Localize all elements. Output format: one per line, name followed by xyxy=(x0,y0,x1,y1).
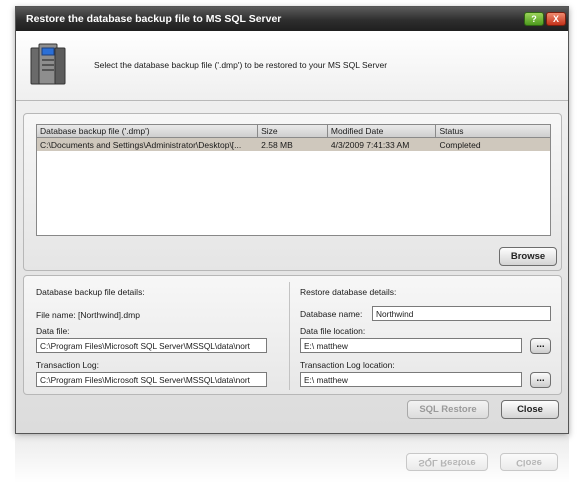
title-bar: Restore the database backup file to MS S… xyxy=(16,7,568,31)
restore-dialog: Restore the database backup file to MS S… xyxy=(15,6,569,434)
row-size: 2.58 MB xyxy=(261,140,293,150)
column-size[interactable]: Size xyxy=(258,125,328,137)
restore-details-heading: Restore database details: xyxy=(300,287,397,297)
window-title: Restore the database backup file to MS S… xyxy=(26,13,282,25)
column-file[interactable]: Database backup file ('.dmp') xyxy=(37,125,259,137)
window-reflection: SQL Restore Close xyxy=(15,436,569,483)
data-file-label: Data file: xyxy=(36,326,70,336)
help-button[interactable]: ? xyxy=(524,12,544,26)
list-header: Database backup file ('.dmp') Size Modif… xyxy=(37,125,550,138)
data-location-label: Data file location: xyxy=(300,326,366,336)
data-location-input[interactable]: E:\ matthew xyxy=(300,338,522,353)
log-location-browse-button[interactable]: ... xyxy=(530,372,551,388)
table-row[interactable]: C:\Documents and Settings\Administrator\… xyxy=(37,138,550,151)
backup-file-list[interactable]: Database backup file ('.dmp') Size Modif… xyxy=(36,124,551,236)
row-modified: 4/3/2009 7:41:33 AM xyxy=(330,140,410,150)
backup-file-panel: Database backup file ('.dmp') Size Modif… xyxy=(23,113,562,271)
database-name-label: Database name: xyxy=(300,309,363,319)
browse-button[interactable]: Browse xyxy=(499,247,557,266)
file-name-text: File name: [Northwind].dmp xyxy=(36,310,140,320)
backup-details-heading: Database backup file details: xyxy=(36,287,145,297)
restore-button-reflection: SQL Restore xyxy=(406,453,488,471)
close-window-button[interactable]: X xyxy=(546,12,566,26)
data-file-field[interactable]: C:\Program Files\Microsoft SQL Server\MS… xyxy=(36,338,267,353)
server-icon xyxy=(30,43,66,85)
instruction-text: Select the database backup file ('.dmp')… xyxy=(94,60,388,70)
column-modified[interactable]: Modified Date xyxy=(328,125,437,137)
row-status: Completed xyxy=(439,140,481,150)
close-button[interactable]: Close xyxy=(501,400,559,419)
log-location-label: Transaction Log location: xyxy=(300,360,395,370)
column-status[interactable]: Status xyxy=(436,125,550,137)
divider xyxy=(289,282,290,390)
log-location-input[interactable]: E:\ matthew xyxy=(300,372,522,387)
database-name-input[interactable]: Northwind xyxy=(372,306,551,321)
transaction-log-field[interactable]: C:\Program Files\Microsoft SQL Server\MS… xyxy=(36,372,267,387)
data-location-browse-button[interactable]: ... xyxy=(530,338,551,354)
details-panel: Database backup file details: File name:… xyxy=(23,275,562,395)
sql-restore-button[interactable]: SQL Restore xyxy=(407,400,489,419)
transaction-log-label: Transaction Log: xyxy=(36,360,99,370)
row-file: C:\Documents and Settings\Administrator\… xyxy=(40,140,242,150)
close-button-reflection: Close xyxy=(500,453,558,471)
header-panel: Select the database backup file ('.dmp')… xyxy=(16,31,568,101)
